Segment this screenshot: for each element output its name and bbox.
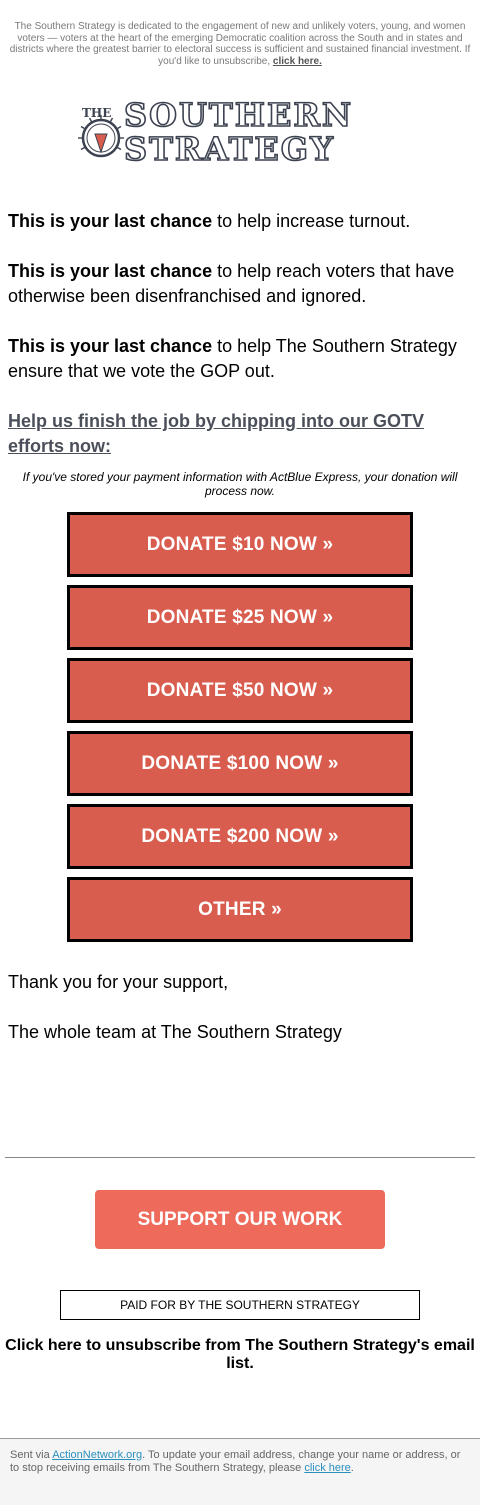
support-our-work-button[interactable]: SUPPORT OUR WORK [95, 1190, 385, 1249]
donate-25-button[interactable]: DONATE $25 NOW » [67, 585, 413, 650]
donate-100-button[interactable]: DONATE $100 NOW » [67, 731, 413, 796]
paragraph-emphasis: This is your last chance [8, 336, 213, 356]
preheader-unsubscribe-link[interactable]: click here. [273, 56, 322, 67]
signoff-team: The whole team at The Southern Strategy [8, 1022, 342, 1042]
paragraph-reach-voters: This is your last chance to help reach v… [8, 259, 472, 309]
donate-other-button[interactable]: OTHER » [67, 877, 413, 942]
signoff-thanks: Thank you for your support, [8, 972, 229, 992]
footer-end: . [350, 1462, 354, 1474]
paid-for-disclaimer: PAID FOR BY THE SOUTHERN STRATEGY [60, 1290, 420, 1320]
paragraph-emphasis: This is your last chance [8, 261, 213, 281]
gotv-donate-link[interactable]: Help us finish the job by chipping into … [8, 409, 472, 459]
logo-southern: SOUTHERN [124, 96, 353, 134]
donate-10-button[interactable]: DONATE $10 NOW » [67, 512, 413, 577]
preheader: The Southern Strategy is dedicated to th… [8, 21, 472, 67]
logo-strategy: STRATEGY [124, 130, 335, 166]
footer: Sent via ActionNetwork.org. To update yo… [0, 1439, 480, 1505]
paragraph-turnout: This is your last chance to help increas… [8, 209, 472, 234]
donate-50-button[interactable]: DONATE $50 NOW » [67, 658, 413, 723]
actblue-express-note: If you've stored your payment informatio… [22, 470, 458, 498]
divider [5, 1157, 475, 1158]
logo-emblem-icon [78, 115, 124, 158]
footer-sent-via: Sent via [10, 1449, 53, 1461]
footer-click-here-link[interactable]: click here [304, 1462, 350, 1474]
paragraph-text: to help increase turnout. [212, 211, 411, 231]
actionnetwork-link[interactable]: ActionNetwork.org [52, 1449, 142, 1461]
preheader-text: The Southern Strategy is dedicated to th… [9, 21, 471, 67]
donate-200-button[interactable]: DONATE $200 NOW » [67, 804, 413, 869]
southern-strategy-logo: THE SOUTHERN STRATEGY [78, 92, 398, 166]
unsubscribe-link[interactable]: Click here to unsubscribe from The South… [4, 1337, 476, 1373]
paragraph-vote-gop-out: This is your last chance to help The Sou… [8, 334, 472, 384]
logo-the: THE [82, 106, 111, 120]
paragraph-emphasis: This is your last chance [8, 211, 213, 231]
